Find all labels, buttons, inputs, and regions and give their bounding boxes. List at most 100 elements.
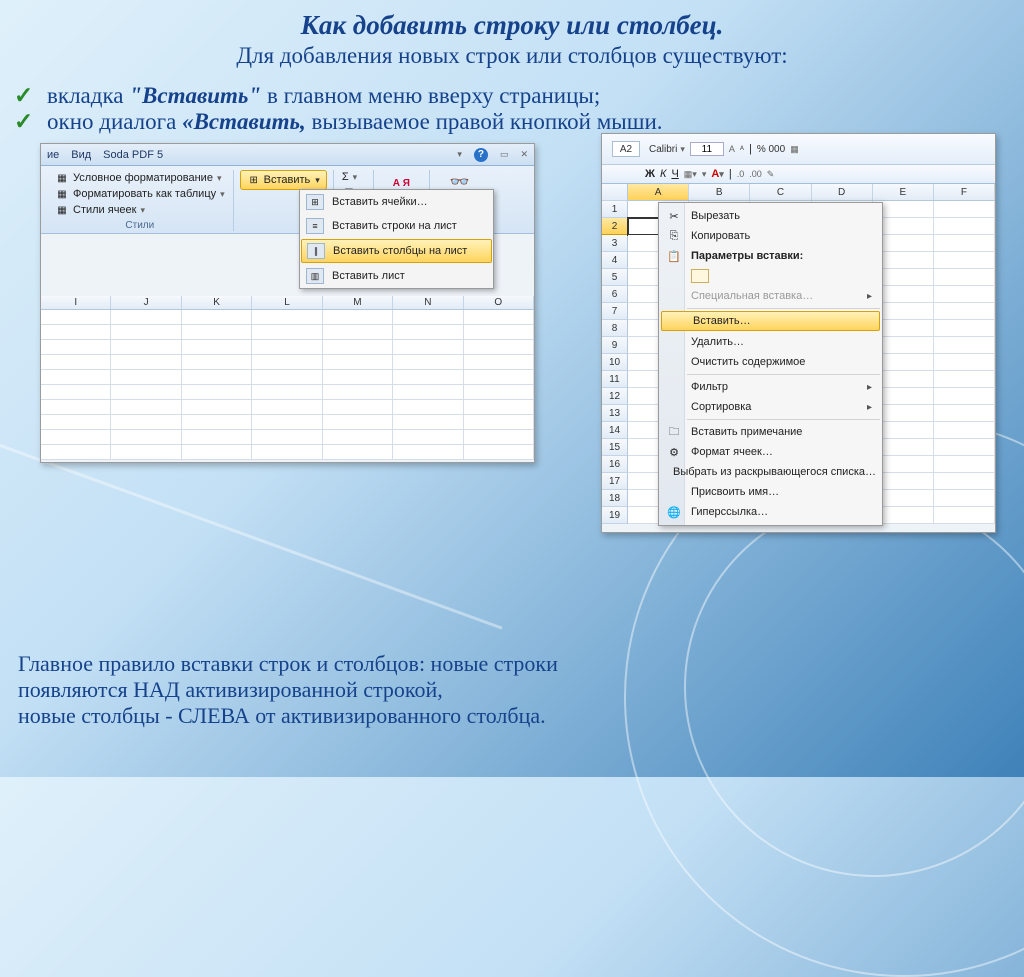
format-painter-icon[interactable]: ✎	[767, 169, 775, 180]
row-header[interactable]: 3	[602, 235, 628, 252]
column-headers: I J K L M N O	[41, 296, 534, 310]
row-header[interactable]: 9	[602, 337, 628, 354]
row-header[interactable]: 13	[602, 405, 628, 422]
ctx-copy[interactable]: ⎘Копировать	[659, 226, 882, 246]
menu-insert-cells[interactable]: ⊞Вставить ячейки…	[300, 190, 493, 214]
worksheet-grid[interactable]	[41, 310, 534, 460]
shrink-font-icon[interactable]: ᴬ	[740, 144, 744, 154]
col-header[interactable]: B	[689, 184, 750, 200]
font-color-button[interactable]: A▾	[711, 168, 723, 180]
ctx-paste-option-default[interactable]	[659, 266, 882, 286]
menu-insert-columns[interactable]: ∥Вставить столбцы на лист	[301, 239, 492, 263]
borders-icon[interactable]: ▦	[790, 144, 799, 155]
col-header[interactable]: O	[464, 296, 534, 309]
tab-sodapdf[interactable]: Soda PDF 5	[103, 149, 163, 161]
col-header[interactable]: C	[750, 184, 811, 200]
font-name-combo[interactable]: Calibri▾	[649, 144, 685, 155]
row-header[interactable]: 14	[602, 422, 628, 439]
col-header[interactable]: I	[41, 296, 111, 309]
row-headers: 1 2 3 4 5 6 7 8 9 10 11 12 13 14 15 16 1…	[602, 184, 628, 524]
insert-cells-mini-icon: ⊞	[306, 194, 324, 210]
row-header[interactable]: 1	[602, 201, 628, 218]
ctx-filter[interactable]: Фильтр	[659, 377, 882, 397]
ctx-define-name[interactable]: Присвоить имя…	[659, 482, 882, 502]
ctx-cut[interactable]: ✂Вырезать	[659, 206, 882, 226]
col-header[interactable]: L	[252, 296, 322, 309]
col-header[interactable]: F	[934, 184, 995, 200]
increase-decimal-icon[interactable]: .0	[737, 169, 745, 179]
copy-icon: ⎘	[665, 229, 683, 243]
select-all[interactable]	[602, 184, 628, 201]
row-header[interactable]: 16	[602, 456, 628, 473]
row-header[interactable]: 15	[602, 439, 628, 456]
name-box[interactable]: A2	[612, 141, 640, 157]
ctx-clear-contents[interactable]: Очистить содержимое	[659, 352, 882, 372]
window-min-icon[interactable]: ▭	[500, 149, 509, 160]
insert-sheet-icon: ▥	[306, 268, 324, 284]
row-header[interactable]: 19	[602, 507, 628, 524]
col-header[interactable]: J	[111, 296, 181, 309]
ctx-format-cells[interactable]: ⚙Формат ячеек…	[659, 442, 882, 462]
border-dd-icon[interactable]: ▦▾	[684, 169, 697, 180]
row-header[interactable]: 8	[602, 320, 628, 337]
row-header[interactable]: 6	[602, 286, 628, 303]
ctx-insert[interactable]: Вставить…	[661, 311, 880, 331]
table-icon: ▦	[55, 187, 69, 201]
help-icon[interactable]: ?	[474, 148, 488, 162]
window-caption-icon[interactable]: ✕	[520, 149, 528, 160]
row-header[interactable]: 17	[602, 473, 628, 490]
column-headers-2: A B C D E F	[628, 184, 995, 201]
screenshot-ribbon: ие Вид Soda PDF 5 ▾ ? ▭ ✕ ▦Условное форм…	[40, 143, 535, 463]
footer-text: Главное правило вставки строк и столбцов…	[18, 651, 1006, 729]
tab-view[interactable]: Вид	[71, 149, 91, 161]
ctx-insert-comment[interactable]: 🗀Вставить примечание	[659, 422, 882, 442]
format-cells-icon: ⚙	[665, 445, 683, 459]
row-header[interactable]: 11	[602, 371, 628, 388]
slide-title: Как добавить строку или столбец.	[0, 10, 1024, 41]
col-header[interactable]: N	[393, 296, 463, 309]
mini-toolbar: A2 Calibri▾ A ᴬ | % 000 ▦	[602, 134, 995, 165]
row-header[interactable]: 2	[602, 218, 628, 235]
insert-columns-icon: ∥	[307, 243, 325, 259]
menu-insert-sheet[interactable]: ▥Вставить лист	[300, 264, 493, 288]
slide-subtitle: Для добавления новых строк или столбцов …	[0, 43, 1024, 69]
tab-fragment[interactable]: ие	[47, 149, 59, 161]
row-header[interactable]: 10	[602, 354, 628, 371]
bullet-list: вкладка "Вставить" в главном меню вверху…	[0, 83, 1024, 135]
fill-color-button[interactable]: ▾	[702, 168, 707, 180]
ctx-delete[interactable]: Удалить…	[659, 332, 882, 352]
insert-cells-icon: ⊞	[247, 173, 261, 187]
col-header[interactable]: D	[812, 184, 873, 200]
cell-styles-button[interactable]: ▦Стили ячеек▾	[53, 202, 227, 218]
screenshot-context-menu: A2 Calibri▾ A ᴬ | % 000 ▦ Ж К Ч ▦▾ ▾ A▾ …	[601, 133, 996, 533]
ctx-sort[interactable]: Сортировка	[659, 397, 882, 417]
globe-link-icon: 🌐	[665, 505, 683, 519]
row-header[interactable]: 7	[602, 303, 628, 320]
comment-icon: 🗀	[665, 425, 683, 439]
ctx-hyperlink[interactable]: 🌐Гиперссылка…	[659, 502, 882, 522]
align-button[interactable]: Ч	[671, 168, 678, 180]
row-header[interactable]: 5	[602, 269, 628, 286]
conditional-formatting-button[interactable]: ▦Условное форматирование▾	[53, 170, 227, 186]
decrease-decimal-icon[interactable]: .00	[749, 169, 762, 179]
grow-font-icon[interactable]: A	[729, 144, 735, 154]
insert-split-button[interactable]: ⊞ Вставить	[240, 170, 327, 190]
italic-button[interactable]: К	[660, 168, 666, 180]
ctx-paste-special: Специальная вставка…	[659, 286, 882, 306]
col-header[interactable]: M	[323, 296, 393, 309]
row-header[interactable]: 4	[602, 252, 628, 269]
row-header[interactable]: 12	[602, 388, 628, 405]
bold-button[interactable]: Ж	[645, 168, 655, 180]
ctx-pick-from-list[interactable]: Выбрать из раскрывающегося списка…	[659, 462, 882, 482]
format-as-table-button[interactable]: ▦Форматировать как таблицу▾	[53, 186, 227, 202]
row-header[interactable]: 18	[602, 490, 628, 507]
menu-insert-rows[interactable]: ≡Вставить строки на лист	[300, 214, 493, 238]
insert-rows-icon: ≡	[306, 218, 324, 234]
col-header[interactable]: A	[628, 184, 689, 200]
col-header[interactable]: K	[182, 296, 252, 309]
percent-style-button[interactable]: % 000	[757, 144, 785, 155]
col-header[interactable]: E	[873, 184, 934, 200]
font-size-combo[interactable]	[690, 142, 724, 156]
ribbon-caret-icon[interactable]: ▾	[457, 149, 462, 160]
autosum-button[interactable]: Σ▾	[340, 170, 367, 184]
